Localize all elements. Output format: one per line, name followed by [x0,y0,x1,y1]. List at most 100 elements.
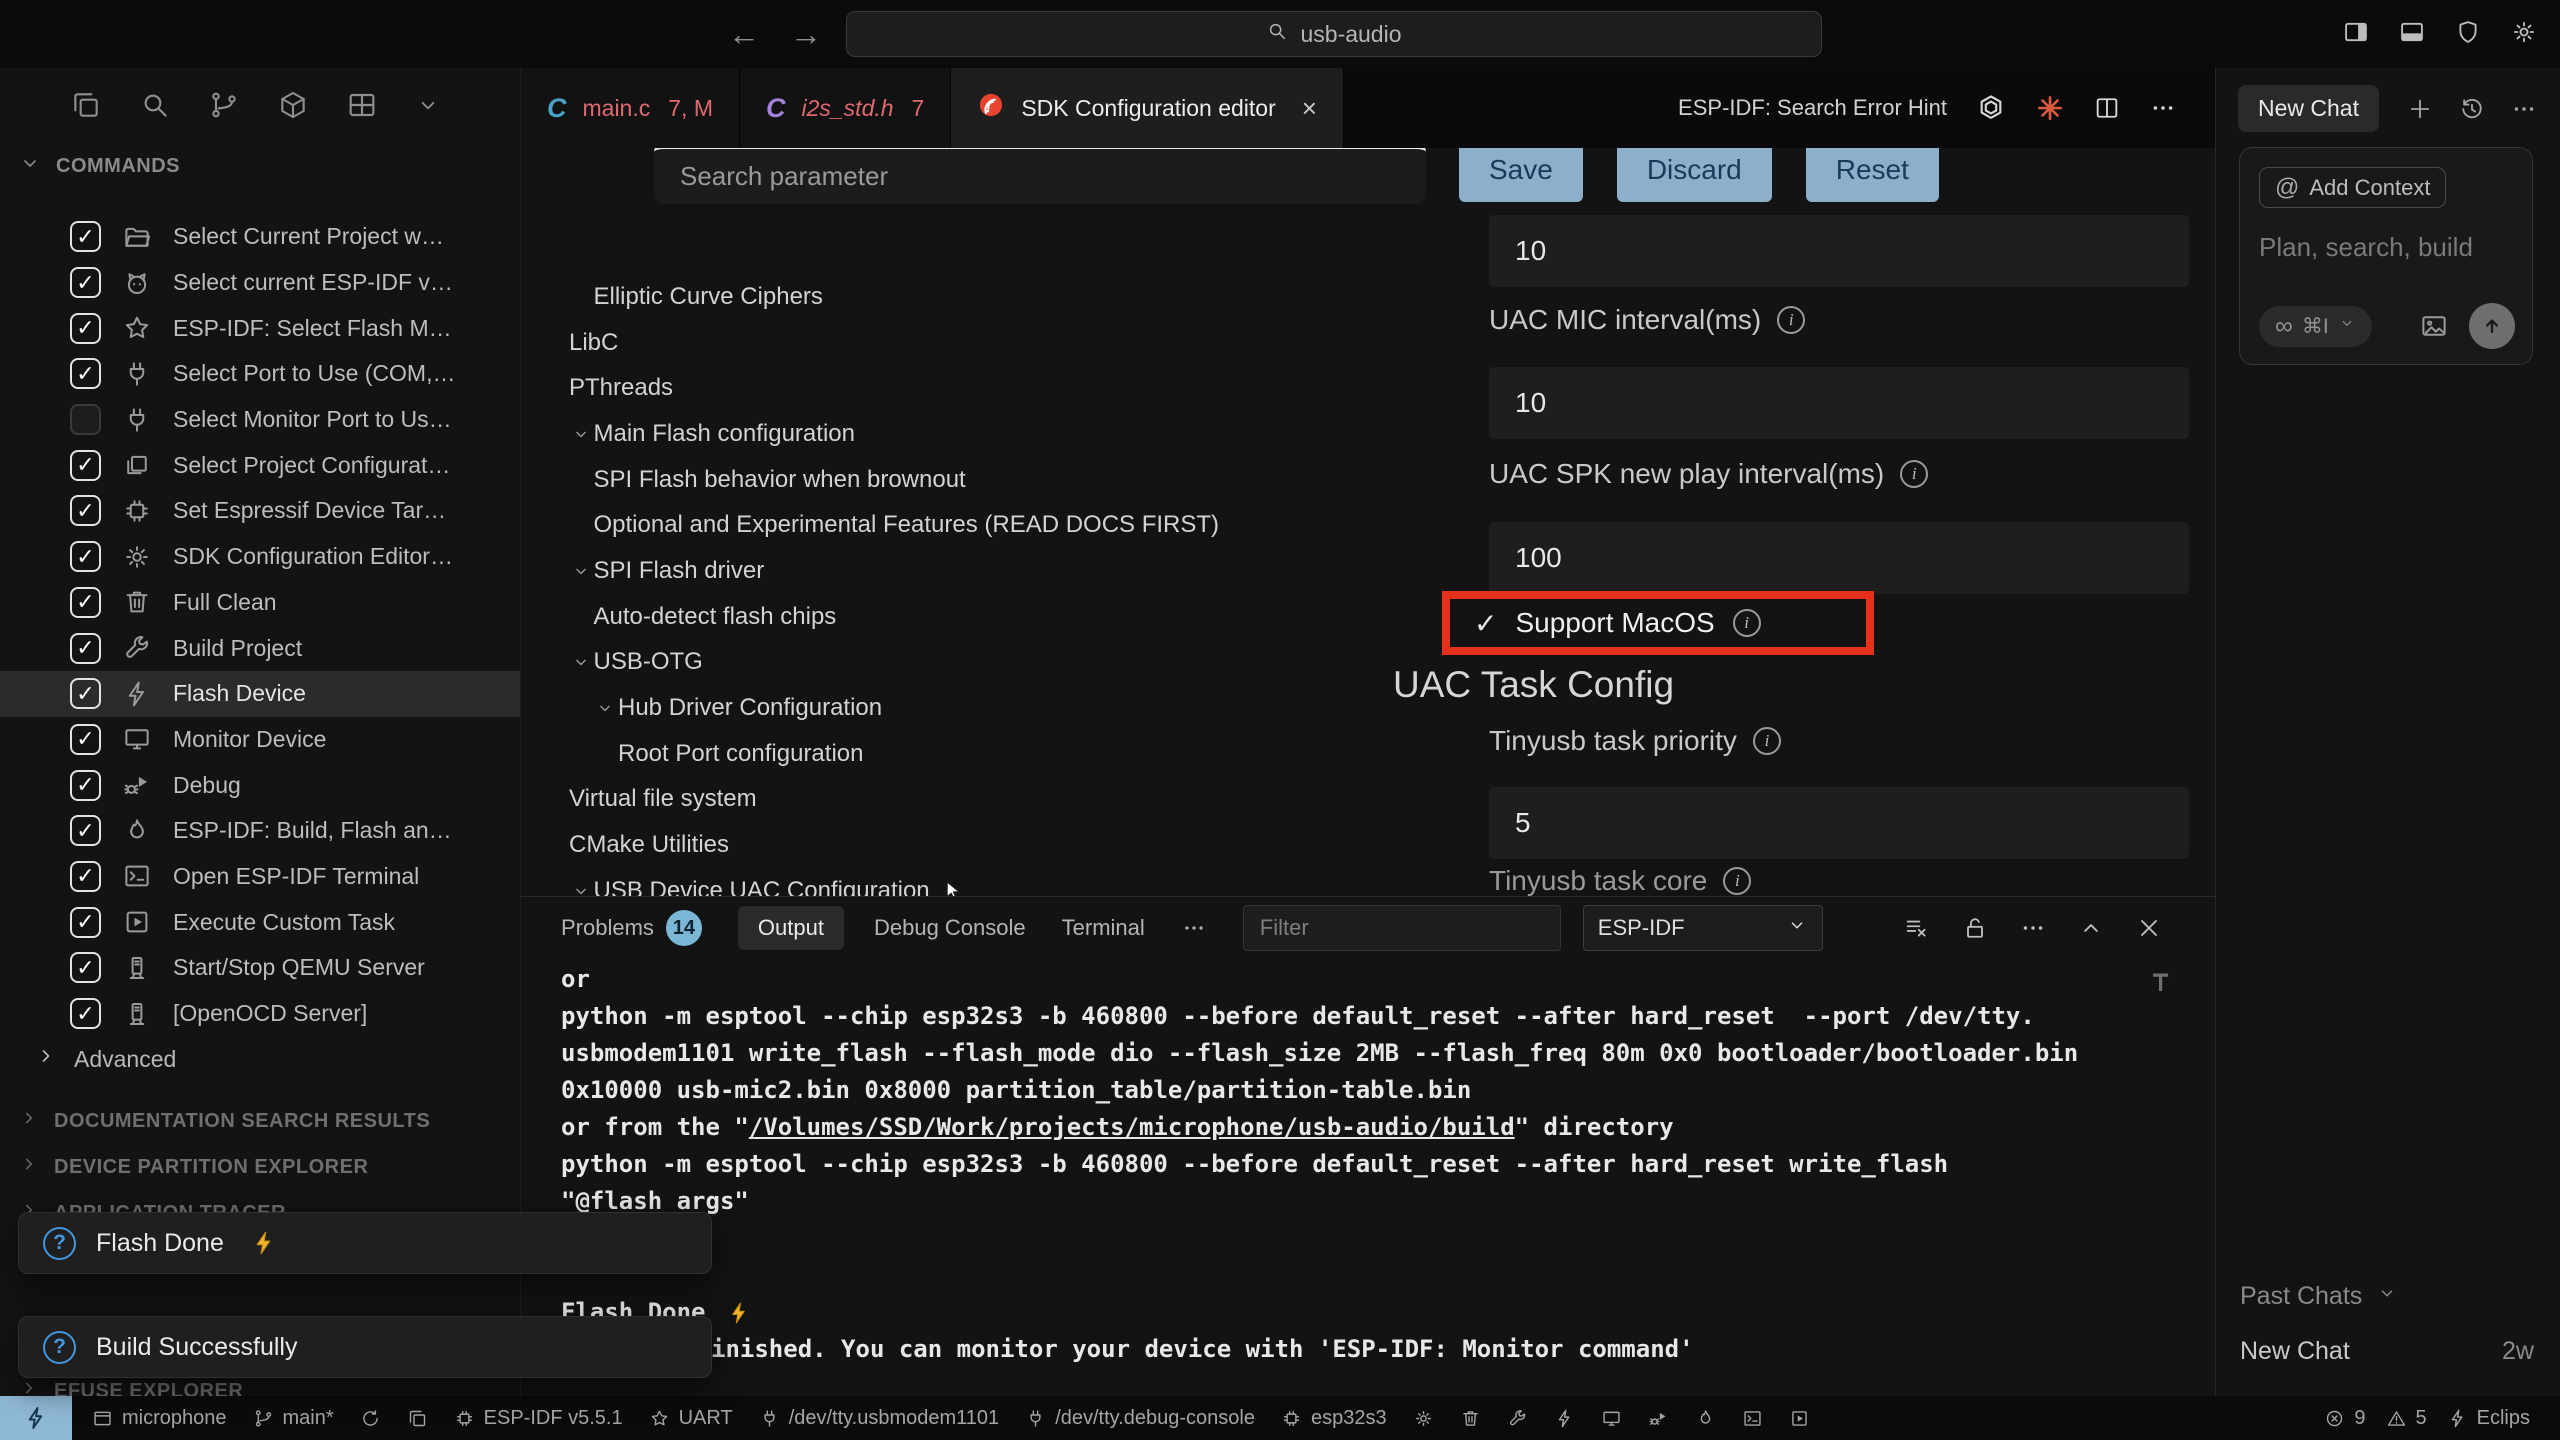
status-item[interactable] [1601,1408,1622,1429]
notification-build-success[interactable]: ? Build Successfully [18,1316,712,1378]
status-item-esp-idf-v5-5-1[interactable]: ESP-IDF v5.5.1 [454,1407,623,1430]
status-item-esp32s3[interactable]: esp32s3 [1281,1407,1387,1430]
config-tree-item[interactable]: Virtual file system [521,777,1429,823]
panel-tab-debug-console[interactable]: Debug Console [874,915,1026,941]
status-item--dev-tty-usbmodem1101[interactable]: /dev/tty.usbmodem1101 [759,1407,1000,1430]
openai-icon[interactable] [1975,92,2007,124]
config-tree-item[interactable]: PThreads [521,365,1429,411]
status-item--dev-tty-debug-console[interactable]: /dev/tty.debug-console [1025,1407,1255,1430]
tab-sdk-configuration-editor[interactable]: SDK Configuration editor× [951,68,1344,148]
forward-icon[interactable]: → [790,16,822,53]
config-tree-item[interactable]: SPI Flash driver [521,548,1429,594]
status-item-uart[interactable]: UART [649,1407,733,1430]
starburst-icon[interactable] [2035,93,2065,123]
tab-main-c[interactable]: Cmain.c7, M [521,68,740,148]
shield-icon[interactable] [2454,18,2482,51]
config-tree-item[interactable]: Hub Driver Configuration [521,685,1429,731]
config-search-input[interactable] [654,148,1426,204]
plus-icon[interactable] [2406,95,2434,123]
config-tree-item[interactable]: Auto-detect flash chips [521,594,1429,640]
checkbox[interactable]: ✓ [70,267,101,298]
checkbox[interactable]: ✓ [70,998,101,1029]
info-icon[interactable]: i [1733,609,1761,637]
command-row[interactable]: ✓Monitor Device [0,717,520,763]
checkbox[interactable]: ✓ [70,541,101,572]
history-icon[interactable] [2458,95,2486,123]
command-row[interactable]: Select Monitor Port to Us… [0,397,520,443]
tab-i2s-std-h[interactable]: Ci2s_std.h7 [740,68,951,148]
checkbox[interactable]: ✓ [70,724,101,755]
status-item-warning[interactable]: 5 [2386,1407,2427,1430]
command-row[interactable]: ✓Execute Custom Task [0,899,520,945]
ellipsis-icon[interactable] [1181,915,1207,941]
unlock-icon[interactable] [1961,914,1989,942]
command-row[interactable]: ✓Full Clean [0,580,520,626]
config-tree-item[interactable]: LibC [521,320,1429,366]
ellipsis-icon[interactable] [2019,914,2047,942]
status-item[interactable] [1742,1408,1763,1429]
commands-section-header[interactable]: COMMANDS [0,146,520,186]
panel-tab-problems[interactable]: Problems14 [561,910,702,946]
checkbox[interactable]: ✓ [70,678,101,709]
status-item[interactable] [1413,1408,1434,1429]
save-button[interactable]: Save [1459,148,1583,202]
ellipsis-icon[interactable] [2510,95,2538,123]
status-item[interactable] [407,1408,428,1429]
command-row[interactable]: ✓Build Project [0,625,520,671]
command-row[interactable]: ✓ESP-IDF: Select Flash M… [0,305,520,351]
status-item-bolt[interactable]: Eclips [2447,1407,2530,1430]
panel-tab-output[interactable]: Output [738,906,844,950]
command-row[interactable]: ✓Debug [0,762,520,808]
config-tree-item[interactable]: USB Device UAC Configuration [521,868,1429,896]
layout-sidebar-icon[interactable] [2342,18,2370,51]
copy-icon[interactable] [70,89,102,126]
panel-tab-terminal[interactable]: Terminal [1062,915,1145,941]
status-item-microphone[interactable]: microphone [92,1407,227,1430]
status-item-main-[interactable]: main* [253,1407,334,1430]
uac-spk-interval-input[interactable] [1489,367,2189,439]
uac-value-input[interactable] [1489,522,2189,594]
chat-input-card[interactable]: @ Add Context Plan, search, build ∞ ⌘I [2239,147,2533,365]
mode-selector[interactable]: ∞ ⌘I [2259,306,2372,347]
command-row[interactable]: ✓SDK Configuration Editor… [0,534,520,580]
remote-indicator[interactable] [0,1396,72,1440]
checkmark-icon[interactable]: ✓ [1474,607,1497,640]
status-item[interactable] [360,1408,381,1429]
info-icon[interactable]: i [1900,460,1928,488]
config-tree-item[interactable]: Elliptic Curve Ciphers [521,274,1429,320]
status-item[interactable] [1507,1408,1528,1429]
send-button[interactable] [2469,303,2515,349]
status-item[interactable] [1554,1408,1575,1429]
terminal-link[interactable]: /Volumes/SSD/Work/projects/microphone/us… [749,1109,1515,1146]
command-center-search[interactable]: usb-audio [846,11,1822,57]
new-chat-button[interactable]: New Chat [2238,85,2379,132]
command-row[interactable]: ✓Select Port to Use (COM,… [0,351,520,397]
checkbox[interactable]: ✓ [70,587,101,618]
reset-button[interactable]: Reset [1806,148,1939,202]
config-tree-item[interactable]: SPI Flash behavior when brownout [521,457,1429,503]
cube-icon[interactable] [277,89,309,126]
back-icon[interactable]: ← [728,16,760,53]
status-item[interactable] [1695,1408,1716,1429]
image-attach-icon[interactable] [2419,311,2449,341]
checkbox[interactable]: ✓ [70,221,101,252]
sidebar-section-device-partition-explorer[interactable]: DEVICE PARTITION EXPLORER [0,1144,520,1190]
checkbox[interactable]: ✓ [70,313,101,344]
output-filter-input[interactable] [1243,905,1561,951]
checkbox[interactable] [70,404,101,435]
command-row[interactable]: ✓Open ESP-IDF Terminal [0,854,520,900]
past-chats-toggle[interactable]: Past Chats [2240,1282,2534,1311]
checkbox[interactable]: ✓ [70,495,101,526]
output-channel-select[interactable]: ESP-IDF [1583,905,1823,951]
command-row[interactable]: ✓Flash Device [0,671,520,717]
info-icon[interactable]: i [1777,306,1805,334]
checkbox[interactable]: ✓ [70,861,101,892]
status-item[interactable] [1460,1408,1481,1429]
status-item-error[interactable]: 9 [2324,1407,2365,1430]
discard-button[interactable]: Discard [1617,148,1772,202]
notification-flash-done[interactable]: ? Flash Done [18,1212,712,1274]
checkbox[interactable]: ✓ [70,633,101,664]
status-item[interactable] [1789,1408,1810,1429]
checkbox[interactable]: ✓ [70,907,101,938]
sidebar-item-advanced[interactable]: Advanced [0,1036,520,1082]
